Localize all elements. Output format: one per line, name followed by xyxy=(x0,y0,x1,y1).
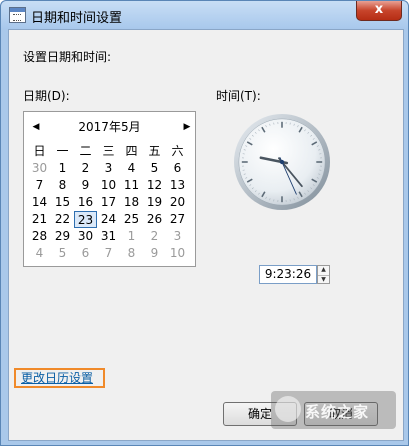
calendar-day[interactable]: 2 xyxy=(143,228,166,245)
calendar-day[interactable]: 5 xyxy=(51,245,74,262)
calendar-day[interactable]: 18 xyxy=(120,194,143,211)
calendar-day[interactable]: 24 xyxy=(97,211,120,228)
dialog-heading: 设置日期和时间: xyxy=(23,50,112,64)
calendar-day[interactable]: 7 xyxy=(28,177,51,194)
change-calendar-settings-link[interactable]: 更改日历设置 xyxy=(21,370,93,386)
calendar-day[interactable]: 8 xyxy=(120,245,143,262)
calendar-day[interactable]: 30 xyxy=(74,228,97,245)
weekday-label: 四 xyxy=(125,144,138,158)
calendar-day-selected[interactable]: 23 xyxy=(74,211,97,228)
calendar-day[interactable]: 6 xyxy=(166,160,189,177)
weekday-header-row: 日一二三四五六 xyxy=(28,144,189,158)
calendar-day[interactable]: 27 xyxy=(166,211,189,228)
calendar-day[interactable]: 29 xyxy=(51,228,74,245)
calendar-day[interactable]: 20 xyxy=(166,194,189,211)
calendar-day[interactable]: 5 xyxy=(143,160,166,177)
calendar-day[interactable]: 7 xyxy=(97,245,120,262)
date-label: 日期(D): xyxy=(23,89,70,103)
close-button[interactable]: x xyxy=(356,1,402,21)
calendar-app-icon xyxy=(9,7,26,23)
title-bar: 日期和时间设置 x xyxy=(1,1,408,29)
month-calendar[interactable]: ◀ 2017年5月 ▶ 日一二三四五六 30 1 2 3 4 5 6 7 8 9 10 11 12 13 1… xyxy=(23,111,196,267)
calendar-day[interactable]: 22 xyxy=(51,211,74,228)
calendar-day[interactable]: 9 xyxy=(143,245,166,262)
weekday-label: 二 xyxy=(79,144,92,158)
calendar-day[interactable]: 26 xyxy=(143,211,166,228)
calendar-day[interactable]: 3 xyxy=(166,228,189,245)
calendar-day[interactable]: 21 xyxy=(28,211,51,228)
calendar-day[interactable]: 4 xyxy=(120,160,143,177)
calendar-day[interactable]: 17 xyxy=(97,194,120,211)
calendar-day[interactable]: 1 xyxy=(120,228,143,245)
calendar-month-title[interactable]: 2017年5月 xyxy=(24,120,195,134)
calendar-day[interactable]: 31 xyxy=(97,228,120,245)
calendar-day[interactable]: 3 xyxy=(97,160,120,177)
watermark-logo-icon xyxy=(275,396,301,422)
watermark: 系统之家 xyxy=(271,391,396,429)
calendar-day[interactable]: 15 xyxy=(51,194,74,211)
calendar-day[interactable]: 30 xyxy=(28,160,51,177)
spin-up-icon[interactable]: ▲ xyxy=(318,266,329,274)
calendar-day[interactable]: 4 xyxy=(28,245,51,262)
calendar-day[interactable]: 2 xyxy=(74,160,97,177)
time-spinner[interactable]: ▲ ▼ xyxy=(317,265,330,284)
weekday-label: 一 xyxy=(56,144,69,158)
calendar-day[interactable]: 12 xyxy=(143,177,166,194)
time-label: 时间(T): xyxy=(216,89,261,103)
weekday-label: 三 xyxy=(102,144,115,158)
calendar-day[interactable]: 14 xyxy=(28,194,51,211)
date-time-settings-window: 日期和时间设置 x 设置日期和时间: 日期(D): 时间(T): ◀ 2017年… xyxy=(0,0,409,446)
calendar-day[interactable]: 16 xyxy=(74,194,97,211)
analog-clock xyxy=(233,113,331,211)
clock-center-pin xyxy=(279,159,285,165)
calendar-day[interactable]: 6 xyxy=(74,245,97,262)
dialog-content: 设置日期和时间: 日期(D): 时间(T): ◀ 2017年5月 ▶ 日一二三四… xyxy=(8,29,404,441)
next-month-icon[interactable]: ▶ xyxy=(180,120,194,134)
calendar-day[interactable]: 1 xyxy=(51,160,74,177)
weekday-label: 五 xyxy=(148,144,161,158)
watermark-text: 系统之家 xyxy=(305,403,370,421)
time-input[interactable]: 9:23:26 xyxy=(259,265,317,284)
calendar-day[interactable]: 10 xyxy=(166,245,189,262)
calendar-day[interactable]: 13 xyxy=(166,177,189,194)
weekday-label: 日 xyxy=(33,144,46,158)
calendar-day[interactable]: 25 xyxy=(120,211,143,228)
spin-down-icon[interactable]: ▼ xyxy=(318,275,329,284)
calendar-day-grid[interactable]: 30 1 2 3 4 5 6 7 8 9 10 11 12 13 14 15 16 17 18 19 20 21 22 23 2… xyxy=(28,160,189,262)
calendar-day[interactable]: 8 xyxy=(51,177,74,194)
calendar-day[interactable]: 19 xyxy=(143,194,166,211)
window-title: 日期和时间设置 xyxy=(31,11,123,26)
weekday-label: 六 xyxy=(171,144,184,158)
calendar-day[interactable]: 9 xyxy=(74,177,97,194)
calendar-day[interactable]: 10 xyxy=(97,177,120,194)
calendar-day[interactable]: 11 xyxy=(120,177,143,194)
calendar-day[interactable]: 28 xyxy=(28,228,51,245)
